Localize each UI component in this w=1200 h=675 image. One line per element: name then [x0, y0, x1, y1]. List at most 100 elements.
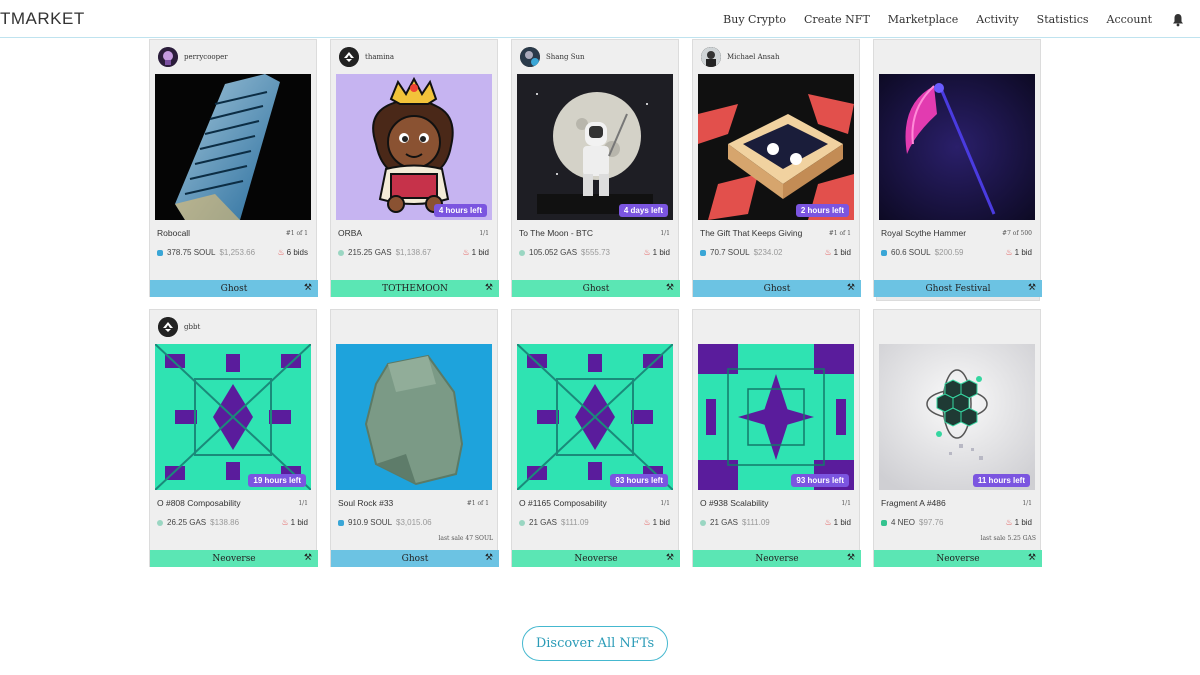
nft-card[interactable]: 93 hours left O #938 Scalability 1/1 21 …	[692, 309, 861, 567]
nav-account[interactable]: Account	[1107, 13, 1152, 26]
nft-edition: 1/1	[660, 230, 670, 237]
nft-price: 26.25 GAS	[167, 518, 207, 527]
card-owner[interactable]: perrycooper	[158, 46, 228, 68]
time-left-badge: 19 hours left	[248, 474, 306, 487]
nft-name: To The Moon - BTC	[519, 228, 594, 238]
collection-tag[interactable]: Ghost ⚒	[512, 280, 680, 297]
collection-name: Ghost	[401, 553, 429, 564]
card-owner[interactable]: thamina	[339, 46, 394, 68]
nft-usd: $97.76	[919, 518, 944, 527]
nft-image[interactable]	[336, 344, 492, 490]
collection-tag[interactable]: Ghost ⚒	[693, 280, 861, 297]
flame-icon: ♨	[277, 248, 285, 257]
bids-count: ♨ 1 bid	[1005, 518, 1032, 527]
nft-price: 910.9 SOUL	[348, 518, 393, 527]
nft-image[interactable]: 19 hours left	[155, 344, 311, 490]
collection-tag[interactable]: TOTHEMOON ⚒	[331, 280, 499, 297]
nft-image[interactable]: 93 hours left	[698, 344, 854, 490]
time-left-badge: 4 days left	[618, 204, 668, 217]
nft-card[interactable]: 11 hours left Fragment A #486 1/1 4 NEO …	[873, 309, 1042, 567]
nft-card[interactable]: Soul Rock #33 #1 of 1 910.9 SOUL $3,015.…	[330, 309, 499, 567]
gas-icon	[519, 249, 525, 256]
nft-price: 21 GAS	[529, 518, 558, 527]
nav-marketplace[interactable]: Marketplace	[888, 13, 958, 26]
nft-card[interactable]: perrycooper Robocall #1 of 1 378.75 SOUL…	[149, 39, 318, 297]
time-left-badge: 2 hours left	[795, 204, 849, 217]
nft-card[interactable]: thamina 4 hours left ORBA 1/1 215.25 GAS…	[330, 39, 499, 297]
main-nav: Buy Crypto Create NFT Marketplace Activi…	[705, 0, 1184, 38]
gas-icon	[157, 519, 163, 526]
card-owner[interactable]: gbbt	[158, 316, 200, 338]
nft-image[interactable]: 11 hours left	[879, 344, 1035, 490]
nft-name: Royal Scythe Hammer	[881, 228, 967, 238]
last-sale: last sale 47 SOUL	[438, 535, 493, 542]
bids-count: ♨ 1 bid	[462, 248, 489, 257]
nft-image[interactable]	[879, 74, 1035, 220]
hammer-icon: ⚒	[665, 553, 674, 563]
nft-card[interactable]: Shang Sun 4 days left To The Moon - BTC …	[511, 39, 680, 297]
nav-statistics[interactable]: Statistics	[1037, 13, 1089, 26]
price-row: 60.6 SOUL $200.59 ♨ 1 bid	[881, 248, 1032, 257]
nft-edition: #7 of 500	[1002, 230, 1032, 237]
nft-usd: $111.09	[742, 518, 770, 527]
time-left-badge: 4 hours left	[433, 204, 487, 217]
nft-price: 4 NEO	[891, 518, 916, 527]
nft-image[interactable]: 4 hours left	[336, 74, 492, 220]
flame-icon: ♨	[643, 248, 651, 257]
gas-icon	[700, 519, 706, 526]
nft-card[interactable]: Royal Scythe Hammer #7 of 500 60.6 SOUL …	[873, 39, 1042, 297]
price-row: 70.7 SOUL $234.02 ♨ 1 bid	[700, 248, 851, 257]
time-left-badge: 93 hours left	[791, 474, 849, 487]
nft-card[interactable]: gbbt 19 hours left O #808 Composability …	[149, 309, 318, 567]
nft-name: Robocall	[157, 228, 191, 238]
logo[interactable]: TMARKET	[0, 9, 85, 29]
hammer-icon: ⚒	[484, 283, 493, 293]
hammer-icon: ⚒	[1027, 553, 1036, 563]
neo-icon	[881, 519, 887, 526]
nft-edition: 1/1	[841, 500, 851, 507]
owner-name: gbbt	[184, 323, 201, 331]
nft-price: 70.7 SOUL	[710, 248, 750, 257]
price-row: 378.75 SOUL $1,253.66 ♨ 6 bids	[157, 248, 308, 257]
discover-all-nfts-button[interactable]: Discover All NFTs	[522, 626, 668, 661]
card-owner[interactable]: Michael Ansah	[701, 46, 779, 68]
collection-tag[interactable]: Neoverse ⚒	[512, 550, 680, 567]
nav-activity[interactable]: Activity	[976, 13, 1018, 26]
nft-image[interactable]: 93 hours left	[517, 344, 673, 490]
bell-icon[interactable]	[1172, 12, 1184, 27]
owner-name: perrycooper	[184, 53, 228, 61]
collection-name: Ghost	[220, 283, 248, 294]
nft-edition: #1 of 1	[828, 230, 851, 237]
price-row: 21 GAS $111.09 ♨ 1 bid	[519, 518, 670, 527]
nft-edition: #1 of 1	[285, 230, 308, 237]
nft-image[interactable]: 2 hours left	[698, 74, 854, 220]
collection-name: TOTHEMOON	[382, 283, 448, 294]
nft-edition: 1/1	[298, 500, 308, 507]
collection-tag[interactable]: Ghost Festival ⚒	[874, 280, 1042, 297]
nft-name: Soul Rock #33	[338, 498, 394, 508]
collection-tag[interactable]: Neoverse ⚒	[150, 550, 318, 567]
nft-edition: 1/1	[660, 500, 670, 507]
nft-card[interactable]: Michael Ansah 2 hours left The Gift That…	[692, 39, 861, 297]
price-row: 105.052 GAS $555.73 ♨ 1 bid	[519, 248, 670, 257]
nft-usd: $200.59	[934, 248, 964, 257]
collection-tag[interactable]: Ghost ⚒	[331, 550, 499, 567]
collection-name: Neoverse	[936, 553, 980, 564]
bids-count: ♨ 1 bid	[1005, 248, 1032, 257]
nav-buy-crypto[interactable]: Buy Crypto	[723, 13, 786, 26]
collection-tag[interactable]: Ghost ⚒	[150, 280, 318, 297]
price-row: 910.9 SOUL $3,015.06	[338, 518, 489, 527]
nav-create-nft[interactable]: Create NFT	[804, 13, 870, 26]
nft-image[interactable]: 4 days left	[517, 74, 673, 220]
hammer-icon: ⚒	[846, 283, 855, 293]
soul-icon	[157, 249, 163, 256]
collection-tag[interactable]: Neoverse ⚒	[693, 550, 861, 567]
collection-tag[interactable]: Neoverse ⚒	[874, 550, 1042, 567]
nft-price: 378.75 SOUL	[167, 248, 216, 257]
nft-card[interactable]: 93 hours left O #1165 Composability 1/1 …	[511, 309, 680, 567]
card-owner[interactable]: Shang Sun	[520, 46, 585, 68]
nft-image[interactable]	[155, 74, 311, 220]
nft-usd: $1,138.67	[395, 248, 432, 257]
nft-price: 215.25 GAS	[348, 248, 392, 257]
bids-count: ♨ 6 bids	[277, 248, 308, 257]
